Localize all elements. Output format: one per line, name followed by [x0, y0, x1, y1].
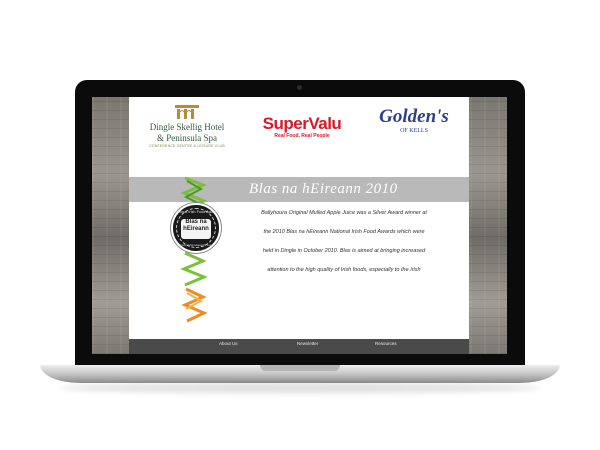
dingle-skellig-logo[interactable]: Dingle Skellig Hotel & Peninsula Spa CON… — [137, 103, 237, 163]
article-line: Ballyhoura Original Mulled Apple Juice w… — [261, 210, 427, 216]
temple-icon — [175, 105, 199, 119]
supervalu-tagline: Real Food, Real People — [274, 133, 330, 139]
badge-center-line1: Blas na — [185, 219, 207, 225]
goldens-subtitle: OF KELLS — [400, 128, 428, 134]
content-panel: Dingle Skellig Hotel & Peninsula Spa CON… — [129, 97, 469, 354]
laptop-shadow — [60, 383, 540, 393]
award-seal-icon: National Irish Food Awards Blas na hEire… — [171, 203, 221, 253]
article-line: held in Dingle in October 2010. Blas is … — [262, 248, 426, 254]
laptop-base — [40, 365, 560, 383]
goldens-name: Golden's — [379, 106, 449, 127]
supervalu-logo[interactable]: SuperValu Real Food, Real People — [247, 114, 357, 140]
dingle-subtitle: CONFERENCE CENTRE & LEISURE CLUB — [149, 144, 225, 148]
dingle-name-line1: Dingle Skellig Hotel — [149, 122, 225, 132]
nav-link-newsletter[interactable]: Newsletter — [297, 341, 318, 346]
page-title: Blas na hEireann 2010 — [249, 181, 398, 197]
article-line: attention to the high quality of Irish f… — [267, 267, 421, 273]
camera-icon — [297, 85, 302, 90]
badge-center: Blas na hEireann — [181, 219, 211, 239]
supervalu-name: SuperValu — [262, 114, 342, 133]
goldens-logo[interactable]: Golden's OF KELLS — [364, 106, 464, 135]
badge-center-line2: hEireann — [183, 226, 209, 232]
blas-award-image: National Irish Food Awards Blas na hEire… — [171, 173, 221, 323]
footer-nav: About Us Newsletter Resources — [129, 339, 469, 354]
nav-link-about-us[interactable]: About Us — [219, 341, 238, 346]
website-viewport: Dingle Skellig Hotel & Peninsula Spa CON… — [92, 97, 507, 354]
article-body: Ballyhoura Original Mulled Apple Juice w… — [224, 210, 464, 286]
article-line: the 2010 Blas na hEireann National Irish… — [263, 229, 425, 235]
badge-top-text: National Irish Food Awards — [173, 210, 219, 214]
dingle-name-line2: & Peninsula Spa — [157, 133, 217, 143]
laptop-notch — [260, 365, 340, 371]
badge-bottom-text: www.irishfoodawards.com — [179, 243, 213, 247]
nav-link-resources[interactable]: Resources — [375, 341, 397, 346]
